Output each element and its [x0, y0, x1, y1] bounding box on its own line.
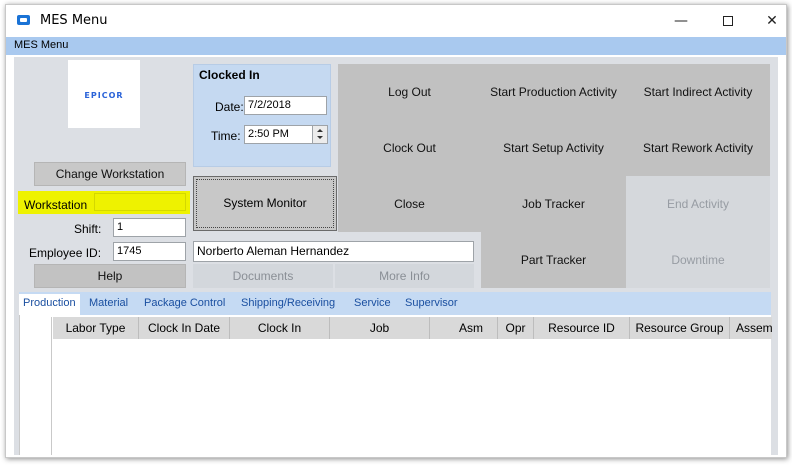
maximize-icon [723, 16, 733, 26]
log-out-button[interactable]: Log Out [338, 64, 481, 120]
employee-id-label: Employee ID: [29, 246, 102, 260]
column-header[interactable]: Clock In Date [139, 317, 230, 339]
time-value: 2:50 PM [248, 128, 289, 140]
employee-name-field: Norberto Aleman Hernandez [193, 241, 474, 262]
column-header[interactable]: Assem [730, 317, 772, 339]
app-icon [17, 15, 30, 25]
employee-id-field[interactable]: 1745 [113, 242, 186, 261]
menu-bar: MES Menu [6, 37, 786, 55]
time-spinner-icon[interactable] [312, 126, 327, 143]
column-header[interactable]: Clock In [230, 317, 330, 339]
start-setup-activity-button[interactable]: Start Setup Activity [481, 120, 626, 176]
window-title: MES Menu [40, 13, 108, 28]
epicor-logo: EPICOR [68, 60, 140, 128]
tab-production[interactable]: Production [19, 294, 80, 315]
change-workstation-button[interactable]: Change Workstation [34, 162, 186, 186]
clocked-in-panel: Clocked In Date: 7/2/2018 Time: 2:50 PM [193, 64, 331, 167]
grid-header: Labor Type Clock In Date Clock In Job As… [20, 317, 772, 339]
clocked-in-title: Clocked In [199, 68, 260, 82]
logo-text: EPICOR [84, 91, 124, 100]
clock-out-button[interactable]: Clock Out [338, 120, 481, 176]
tab-supervisor[interactable]: Supervisor [405, 297, 458, 309]
date-field[interactable]: 7/2/2018 [244, 96, 327, 115]
tab-shipping-receiving[interactable]: Shipping/Receiving [241, 297, 335, 309]
start-production-activity-button[interactable]: Start Production Activity [481, 64, 626, 120]
time-field[interactable]: 2:50 PM [244, 125, 328, 144]
tab-service[interactable]: Service [354, 297, 391, 309]
start-rework-activity-button[interactable]: Start Rework Activity [626, 120, 770, 176]
shift-field[interactable]: 1 [113, 218, 186, 237]
mes-menu-window: MES Menu — ✕ MES Menu EPICOR Clocked In … [5, 4, 787, 458]
close-window-button[interactable]: ✕ [752, 8, 792, 34]
maximize-button[interactable] [708, 8, 748, 34]
column-header[interactable]: Resource ID [534, 317, 630, 339]
column-header[interactable]: Opr [498, 317, 534, 339]
part-tracker-button[interactable]: Part Tracker [481, 232, 626, 288]
downtime-button[interactable]: Downtime [626, 232, 770, 288]
workstation-field[interactable] [94, 193, 186, 211]
row-header-corner [20, 317, 52, 339]
column-header[interactable]: Job [330, 317, 430, 339]
minimize-button[interactable]: — [661, 8, 701, 34]
more-info-button[interactable]: More Info [335, 264, 474, 288]
column-header[interactable]: Labor Type [53, 317, 139, 339]
help-button[interactable]: Help [34, 264, 186, 288]
row-header-gutter [20, 339, 52, 455]
column-header[interactable]: Resource Group [630, 317, 730, 339]
system-monitor-button[interactable]: System Monitor [193, 176, 337, 231]
shift-label: Shift: [74, 222, 102, 236]
job-tracker-button[interactable]: Job Tracker [481, 176, 626, 232]
date-label: Date: [215, 100, 244, 114]
menu-bar-label[interactable]: MES Menu [14, 39, 68, 51]
tab-bar: Production Material Package Control Ship… [19, 292, 771, 315]
column-header[interactable]: Asm [430, 317, 498, 339]
end-activity-button[interactable]: End Activity [626, 176, 770, 232]
workstation-label: Workstation [24, 198, 88, 212]
activity-grid[interactable]: Labor Type Clock In Date Clock In Job As… [19, 315, 772, 455]
tab-package-control[interactable]: Package Control [144, 297, 225, 309]
documents-button[interactable]: Documents [193, 264, 333, 288]
close-button[interactable]: Close [338, 176, 481, 232]
start-indirect-activity-button[interactable]: Start Indirect Activity [626, 64, 770, 120]
time-label: Time: [211, 129, 241, 143]
title-bar: MES Menu — ✕ [6, 5, 786, 37]
tab-material[interactable]: Material [89, 297, 128, 309]
